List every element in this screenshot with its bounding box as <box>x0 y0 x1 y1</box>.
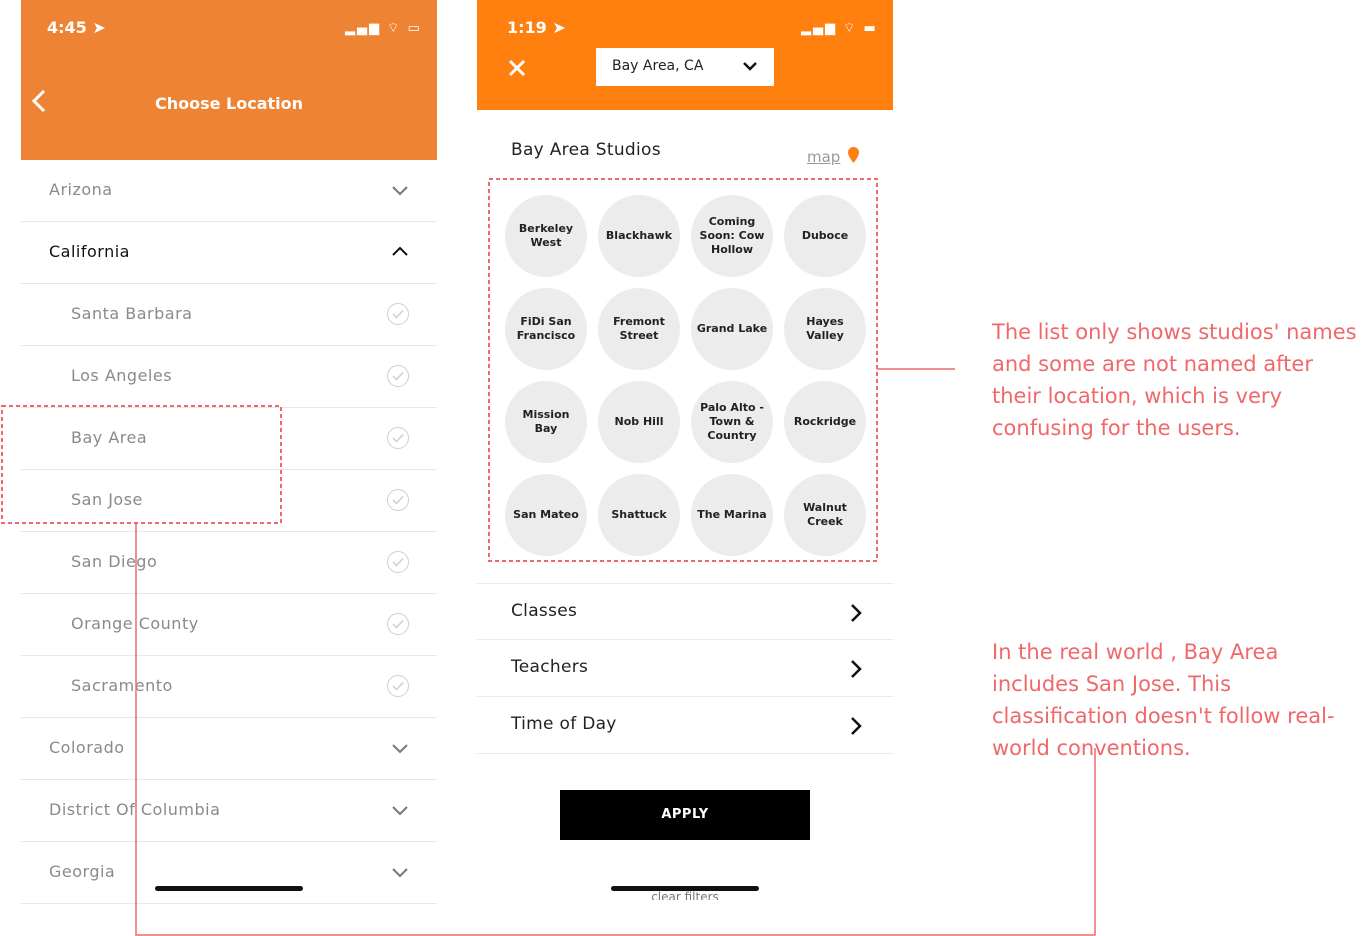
bayarea-sanjose-highlight-box <box>1 405 282 524</box>
annotation-overlay <box>1 178 1096 936</box>
annotation-note-bay-area: In the real world , Bay Area includes Sa… <box>992 640 1335 760</box>
annotation-connector-2 <box>135 523 1096 936</box>
annotation-note-studio-names: The list only shows studios' names and s… <box>992 320 1357 440</box>
studio-grid-highlight-box <box>488 178 878 562</box>
